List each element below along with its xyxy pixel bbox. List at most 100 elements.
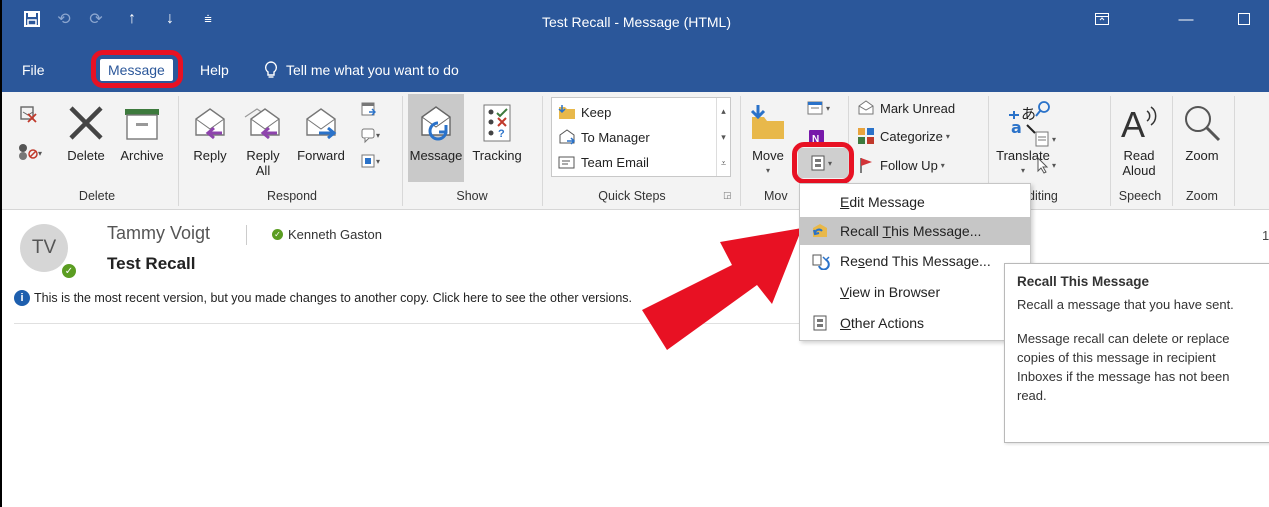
- forward-button[interactable]: Forward: [294, 100, 348, 163]
- move-folder-icon: [748, 100, 788, 146]
- lightbulb-icon: [264, 61, 278, 78]
- archive-icon: [122, 100, 162, 146]
- archive-button[interactable]: Archive: [114, 100, 170, 163]
- sender-name[interactable]: Tammy Voigt: [107, 223, 210, 244]
- ribbon-display-options-icon[interactable]: [1088, 6, 1116, 32]
- show-group-label: Show: [456, 189, 488, 203]
- forward-mail-icon: [559, 129, 576, 145]
- svg-text:▾: ▾: [1052, 161, 1056, 170]
- tooltip-detail: Message recall can delete or replace cop…: [1017, 331, 1230, 403]
- related-icon[interactable]: ▾: [1034, 130, 1062, 151]
- title-bar: ⟲ ⟳ ↑ ↓ ⩧ Test Recall - Message (HTML) —: [2, 0, 1269, 46]
- actions-menu: Edit Message Recall This Message... Rese…: [799, 183, 1031, 341]
- resend-icon: [800, 252, 840, 270]
- zoom-group-label: Zoom: [1186, 189, 1218, 203]
- tell-me-search[interactable]: Tell me what you want to do: [264, 59, 459, 81]
- menu-item-view-in-browser[interactable]: View in Browser: [800, 278, 1030, 306]
- meeting-reply-icon[interactable]: [360, 100, 378, 121]
- follow-up-dropdown-arrow: ▾: [940, 160, 945, 170]
- header-divider: [246, 225, 247, 245]
- ignore-icon[interactable]: [18, 104, 38, 127]
- recipient[interactable]: ✓ Kenneth Gaston: [272, 227, 382, 242]
- ribbon-tab-bar: File Message Help Tell me what you want …: [2, 46, 1269, 92]
- select-icon[interactable]: ▾: [1034, 156, 1062, 177]
- svg-text:?: ?: [498, 128, 505, 140]
- zoom-magnifier-icon: [1182, 100, 1222, 146]
- window-title: Test Recall - Message (HTML): [541, 14, 732, 30]
- group-separator: [1234, 96, 1235, 206]
- delete-button[interactable]: Delete: [64, 100, 108, 163]
- junk-icon[interactable]: ▾: [16, 142, 44, 163]
- red-arrow-annotation: [642, 228, 802, 350]
- tab-help[interactable]: Help: [200, 59, 229, 81]
- info-icon: i: [14, 290, 30, 306]
- tab-file[interactable]: File: [22, 59, 45, 81]
- quick-step-keep[interactable]: Keep: [558, 101, 611, 123]
- find-icon[interactable]: [1034, 100, 1052, 121]
- svg-text:A: A: [1121, 104, 1145, 143]
- quick-steps-gallery: Keep To Manager Team Email ▴ ▾ ⩡: [551, 97, 731, 177]
- recipient-presence-icon: ✓: [272, 229, 283, 240]
- reply-button[interactable]: Reply: [188, 100, 232, 163]
- respond-group-label: Respond: [266, 189, 318, 203]
- message-view-button[interactable]: Message: [408, 100, 464, 163]
- tracking-button[interactable]: ? Tracking: [466, 100, 528, 163]
- tooltip-description: Recall a message that you have sent.: [1017, 297, 1234, 312]
- minimize-icon[interactable]: —: [1172, 6, 1200, 32]
- group-separator: [178, 96, 179, 206]
- categorize-button[interactable]: Categorize ▾: [856, 125, 950, 147]
- categorize-dropdown-arrow: ▾: [945, 131, 950, 141]
- read-aloud-button[interactable]: A Read Aloud: [1114, 100, 1164, 178]
- editing-group-label: diting: [1028, 189, 1058, 203]
- svg-text:▾: ▾: [826, 104, 830, 113]
- move-dropdown-arrow: ▾: [765, 166, 770, 175]
- message-view-icon: [416, 100, 456, 146]
- move-button[interactable]: Move ▾: [748, 100, 788, 178]
- group-separator: [542, 96, 543, 206]
- menu-item-edit-message[interactable]: Edit Message: [800, 188, 1030, 216]
- svg-text:▾: ▾: [1052, 135, 1056, 144]
- info-bar[interactable]: i This is the most recent version, but y…: [14, 290, 632, 306]
- svg-text:▾: ▾: [376, 131, 380, 140]
- follow-up-button[interactable]: Follow Up ▾: [856, 154, 945, 176]
- more-gallery-icon[interactable]: ⩡: [721, 158, 726, 169]
- group-separator: [740, 96, 741, 206]
- group-separator: [402, 96, 403, 206]
- tracking-icon: ?: [482, 100, 512, 146]
- message-tab-highlight: [91, 50, 183, 88]
- scroll-down-icon[interactable]: ▾: [721, 132, 726, 143]
- tooltip-title: Recall This Message: [1017, 274, 1150, 289]
- zoom-button[interactable]: Zoom: [1176, 100, 1228, 163]
- reply-all-icon: [241, 100, 285, 146]
- reply-icon: [190, 100, 230, 146]
- outlook-message-window: ⟲ ⟳ ↑ ↓ ⩧ Test Recall - Message (HTML) —…: [0, 0, 1269, 507]
- mark-unread-button[interactable]: Mark Unread: [856, 97, 955, 119]
- actions-button-highlight: [792, 142, 854, 184]
- categorize-icon: [856, 127, 876, 145]
- menu-item-other-actions[interactable]: Other Actions: [800, 309, 1030, 337]
- delete-group-label: Delete: [78, 189, 116, 203]
- tell-me-label: Tell me what you want to do: [286, 62, 459, 78]
- quick-steps-scrollbar[interactable]: ▴ ▾ ⩡: [716, 98, 730, 176]
- rules-icon[interactable]: ▾: [806, 98, 838, 121]
- svg-text:▾: ▾: [38, 149, 42, 158]
- menu-item-recall-this-message[interactable]: Recall This Message...: [800, 217, 1030, 245]
- reply-all-button[interactable]: Reply All: [240, 100, 286, 178]
- quick-step-to-manager[interactable]: To Manager: [558, 126, 650, 148]
- im-reply-icon[interactable]: ▾: [360, 126, 384, 147]
- flag-icon: [856, 156, 876, 174]
- group-separator: [1172, 96, 1173, 206]
- folder-icon: [558, 105, 575, 119]
- speech-group-label: Speech: [1118, 189, 1162, 203]
- forward-icon: [301, 100, 341, 146]
- maximize-icon[interactable]: [1230, 6, 1258, 32]
- more-respond-icon[interactable]: ▾: [360, 152, 384, 173]
- svg-text:▾: ▾: [376, 157, 380, 166]
- presence-available-icon: ✓: [60, 262, 78, 280]
- recall-tooltip: Recall This Message Recall a message tha…: [1004, 263, 1269, 443]
- quick-step-team-email[interactable]: Team Email: [558, 151, 649, 173]
- recall-icon: [800, 222, 840, 240]
- svg-text:a: a: [1011, 118, 1022, 137]
- menu-item-resend-this-message[interactable]: Resend This Message...: [800, 247, 1030, 275]
- scroll-up-icon[interactable]: ▴: [721, 106, 726, 117]
